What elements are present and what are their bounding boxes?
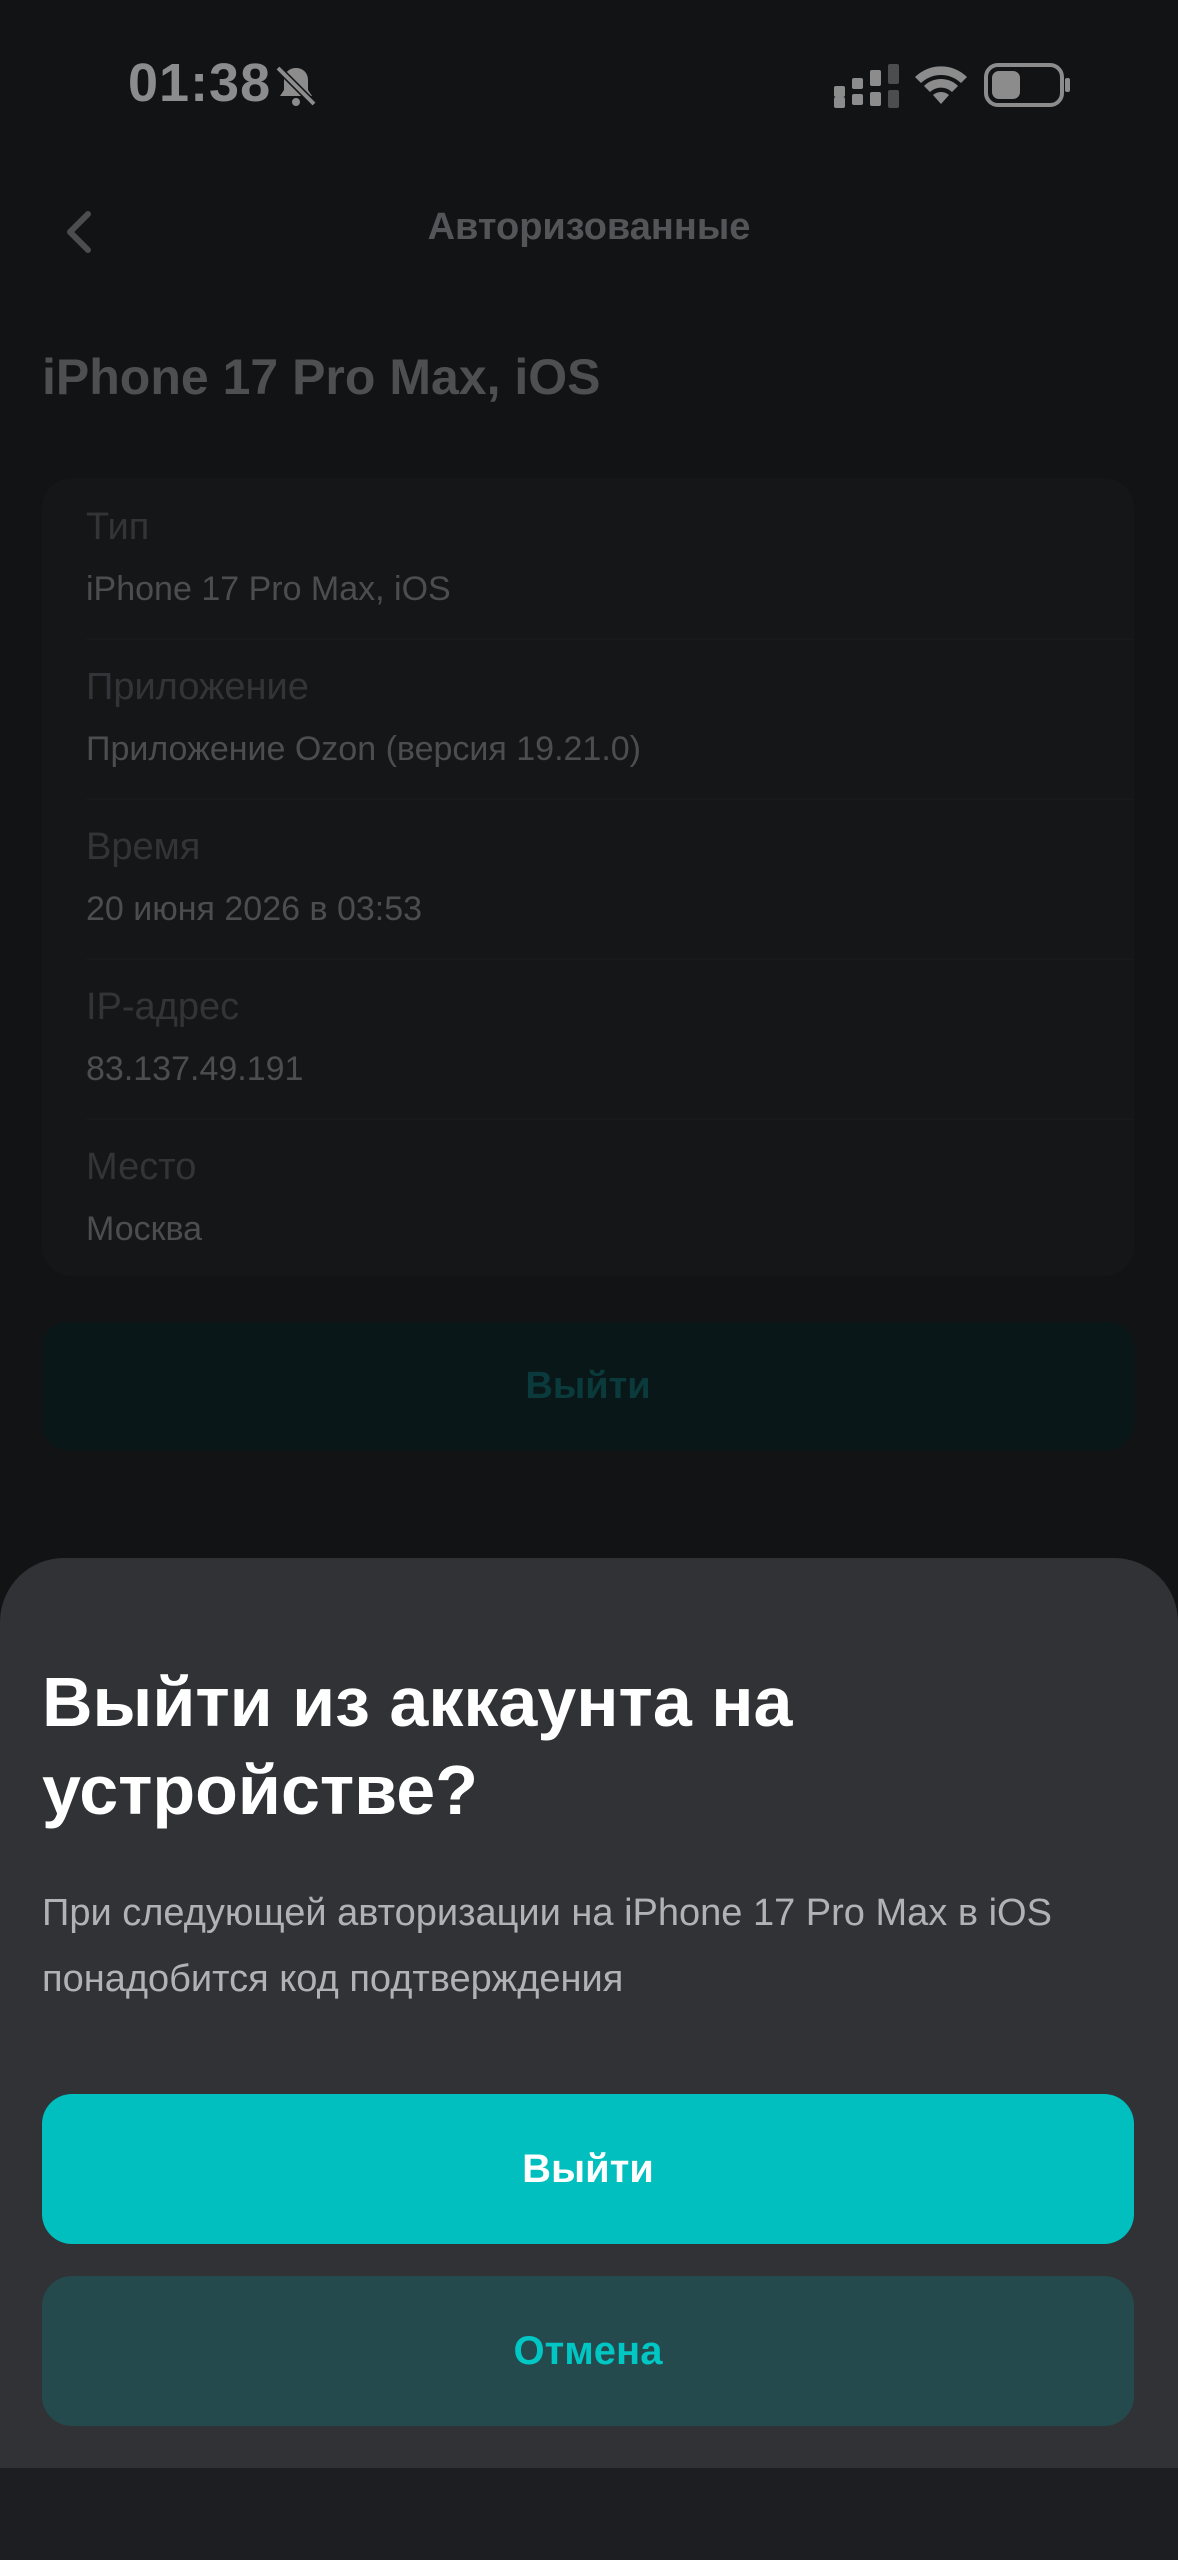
sheet-description: При следующей авторизации на iPhone 17 P…: [42, 1892, 1052, 2000]
sheet-title: Выйти из аккаунта на устройстве?: [42, 1663, 793, 1829]
cancel-button[interactable]: Отмена: [42, 2276, 1134, 2426]
logout-confirm-sheet: Выйти из аккаунта на устройстве? При сле…: [0, 1558, 1178, 2468]
confirm-logout-button[interactable]: Выйти: [42, 2094, 1134, 2244]
screen: 01:38 Авторизованные iPhone 17 Pro Max, …: [0, 0, 1178, 2560]
home-indicator-area: [0, 2468, 1178, 2560]
